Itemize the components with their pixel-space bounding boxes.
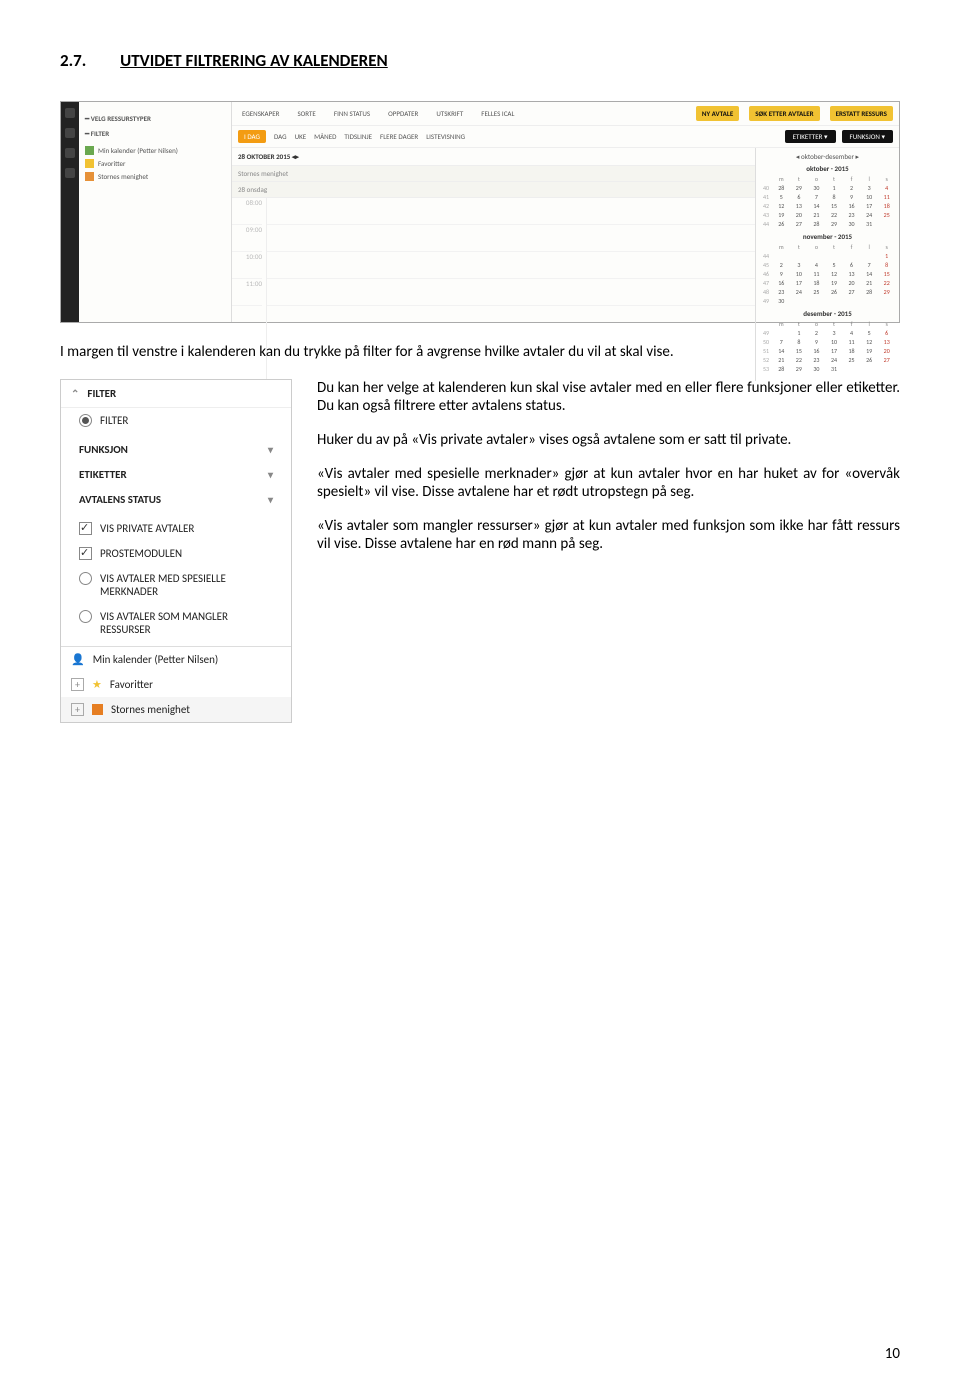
hour-label: 11:00 bbox=[232, 279, 262, 306]
menu-finn[interactable]: FINN STATUS bbox=[330, 107, 374, 120]
expand-icon[interactable]: + bbox=[71, 678, 84, 691]
rail-icon[interactable] bbox=[65, 128, 75, 138]
mini-month-grid[interactable]: mtotfls441452345678469101112131415471617… bbox=[760, 243, 895, 305]
mini-month-label: desember - 2015 bbox=[760, 309, 895, 318]
sok-avtaler-button[interactable]: SØK ETTER AVTALER bbox=[749, 106, 819, 121]
body-text: Du kan her velge at kalenderen kun skal … bbox=[317, 379, 900, 569]
view-liste[interactable]: LISTEVISNING bbox=[426, 132, 465, 141]
dropdown-etiketter[interactable]: ETIKETTER▾ bbox=[61, 462, 291, 487]
heading-number: 2.7. bbox=[60, 50, 86, 71]
dropdown-funksjon[interactable]: FUNKSJON▾ bbox=[61, 437, 291, 462]
ny-avtale-button[interactable]: NY AVTALE bbox=[696, 106, 739, 121]
list-my-calendar[interactable]: 👤 Min kalender (Petter Nilsen) bbox=[61, 647, 291, 672]
filter-panel-screenshot: ⌃ FILTER FILTER FUNKSJON▾ ETIKETTER▾ AVT… bbox=[60, 379, 292, 723]
filter-heading[interactable]: ⌃ FILTER bbox=[61, 380, 291, 408]
paragraph: «Vis avtaler som mangler ressurser» gjør… bbox=[317, 517, 900, 553]
chevron-down-icon: ▾ bbox=[268, 443, 273, 456]
rail-icon[interactable] bbox=[65, 108, 75, 118]
checkbox-vis-private[interactable]: VIS PRIVATE AVTALER bbox=[61, 516, 291, 541]
hour-label: 08:00 bbox=[232, 198, 262, 225]
day-header-group: Stornes menighet bbox=[232, 166, 755, 182]
view-tidslinje[interactable]: TIDSLINJE bbox=[344, 132, 372, 141]
list-stornes[interactable]: + Stornes menighet bbox=[61, 697, 291, 722]
etiketter-pill[interactable]: ETIKETTER ▾ bbox=[785, 130, 836, 143]
range-label[interactable]: ◂ oktober-desember ▸ bbox=[760, 152, 895, 161]
sidebar-my-calendar[interactable]: Min kalender (Petter Nilsen) bbox=[85, 144, 225, 157]
hour-label: 09:00 bbox=[232, 225, 262, 252]
rail-icon[interactable] bbox=[65, 148, 75, 158]
chevron-down-icon: ▾ bbox=[268, 468, 273, 481]
top-toolbar: EGENSKAPER SORTE FINN STATUS OPPDATER UT… bbox=[232, 102, 899, 126]
dropdown-avtalens-status[interactable]: AVTALENS STATUS▾ bbox=[61, 487, 291, 512]
velg-ressurs-header[interactable]: ━ VELG RESSURSTYPER bbox=[85, 114, 225, 123]
calendar-app-screenshot: ━ VELG RESSURSTYPER ━ FILTER Min kalende… bbox=[60, 101, 900, 323]
mini-calendar-panel: ◂ oktober-desember ▸ oktober - 2015 mtotf… bbox=[755, 148, 899, 381]
view-maned[interactable]: MÅNED bbox=[314, 132, 336, 141]
radio-icon[interactable] bbox=[79, 414, 92, 427]
person-icon: 👤 bbox=[71, 653, 85, 666]
paragraph: Du kan her velge at kalenderen kun skal … bbox=[317, 379, 900, 415]
radio-icon[interactable] bbox=[79, 610, 92, 623]
radio-vis-spesielle[interactable]: VIS AVTALER MED SPESIELLEMERKNADER bbox=[61, 566, 291, 604]
vertical-rail bbox=[61, 102, 79, 322]
page-number: 10 bbox=[885, 1345, 900, 1363]
star-icon bbox=[85, 159, 94, 168]
star-icon: ★ bbox=[92, 678, 102, 691]
view-uke[interactable]: UKE bbox=[295, 132, 307, 141]
person-icon bbox=[85, 146, 94, 155]
checkbox-icon[interactable] bbox=[79, 522, 92, 535]
checkbox-prostemodulen[interactable]: PROSTEMODULEN bbox=[61, 541, 291, 566]
chevron-down-icon: ▾ bbox=[268, 493, 273, 506]
radio-vis-mangler[interactable]: VIS AVTALER SOM MANGLERRESSURSER bbox=[61, 604, 291, 642]
paragraph: Huker du av på «Vis private avtaler» vis… bbox=[317, 431, 900, 449]
filter-header[interactable]: ━ FILTER bbox=[85, 129, 225, 138]
left-sidebar: ━ VELG RESSURSTYPER ━ FILTER Min kalende… bbox=[79, 102, 232, 322]
menu-utskrift[interactable]: UTSKRIFT bbox=[432, 107, 467, 120]
heading-title: UTVIDET FILTRERING AV KALENDEREN bbox=[120, 50, 388, 71]
menu-egenskaper[interactable]: EGENSKAPER bbox=[238, 107, 283, 120]
checkbox-icon[interactable] bbox=[79, 547, 92, 560]
sidebar-stornes[interactable]: Stornes menighet bbox=[85, 170, 225, 183]
hour-label: 10:00 bbox=[232, 252, 262, 279]
mini-month-grid[interactable]: mtotfls491234565078910111213511415161718… bbox=[760, 320, 895, 373]
date-line[interactable]: 28 OKTOBER 2015 ◂▸ bbox=[232, 148, 755, 166]
list-favorites[interactable]: + ★ Favoritter bbox=[61, 672, 291, 697]
funksjon-pill[interactable]: FUNKSJON ▾ bbox=[842, 130, 893, 143]
erstatt-ressurs-button[interactable]: ERSTATT RESSURS bbox=[830, 106, 893, 121]
view-idag[interactable]: I DAG bbox=[238, 130, 266, 143]
rail-icon[interactable] bbox=[65, 168, 75, 178]
view-dag[interactable]: DAG bbox=[274, 132, 287, 141]
menu-oppdater[interactable]: OPPDATER bbox=[384, 107, 422, 120]
section-heading: 2.7. UTVIDET FILTRERING AV KALENDEREN bbox=[60, 50, 900, 71]
square-icon bbox=[85, 172, 94, 181]
paragraph: «Vis avtaler med spesielle merknader» gj… bbox=[317, 465, 900, 501]
mini-month-label: oktober - 2015 bbox=[760, 164, 895, 173]
mini-month-grid[interactable]: mtotfls402829301234415678910114212131415… bbox=[760, 175, 895, 228]
filter-radio-row[interactable]: FILTER bbox=[61, 408, 291, 433]
center-area: EGENSKAPER SORTE FINN STATUS OPPDATER UT… bbox=[232, 102, 899, 322]
sidebar-favorites[interactable]: Favoritter bbox=[85, 157, 225, 170]
mini-month-label: november - 2015 bbox=[760, 232, 895, 241]
day-header-date: 28 onsdag bbox=[232, 182, 755, 198]
expand-icon[interactable]: + bbox=[71, 703, 84, 716]
menu-sorte[interactable]: SORTE bbox=[293, 107, 319, 120]
chevron-up-icon: ⌃ bbox=[71, 387, 79, 400]
menu-felles[interactable]: FELLES ICAL bbox=[477, 107, 518, 120]
view-flere[interactable]: FLERE DAGER bbox=[380, 132, 418, 141]
radio-icon[interactable] bbox=[79, 572, 92, 585]
square-icon bbox=[92, 704, 103, 715]
view-bar: I DAG DAG UKE MÅNED TIDSLINJE FLERE DAGE… bbox=[232, 126, 899, 148]
